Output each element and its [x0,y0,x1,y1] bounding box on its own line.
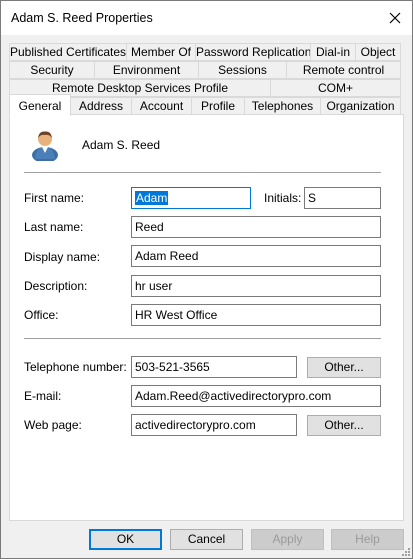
tab-organization[interactable]: Organization [320,97,401,115]
description-label: Description: [24,279,88,293]
tab-general[interactable]: General [9,94,71,116]
help-button[interactable]: Help [331,529,404,550]
ok-button[interactable]: OK [89,529,162,550]
last-name-field[interactable]: Reed [131,216,381,238]
window-title: Adam S. Reed Properties [11,11,153,25]
initials-label: Initials: [264,191,302,205]
resize-grip-icon[interactable] [400,546,410,556]
close-icon [389,12,401,24]
user-display-heading: Adam S. Reed [82,138,161,152]
web-page-other-button[interactable]: Other... [307,415,381,436]
last-name-label: Last name: [24,220,84,234]
properties-dialog: Adam S. Reed Properties Published Certif… [0,0,413,559]
separator [24,338,381,339]
web-page-field[interactable]: activedirectorypro.com [131,414,297,436]
separator [24,172,381,173]
web-page-label: Web page: [24,418,82,432]
tab-account[interactable]: Account [131,97,192,115]
office-field[interactable]: HR West Office [131,304,381,326]
first-name-value: Adam [135,191,169,205]
email-field[interactable]: Adam.Reed@activedirectorypro.com [131,385,381,407]
office-label: Office: [24,308,59,322]
telephone-other-button[interactable]: Other... [307,357,381,378]
tab-password-replication[interactable]: Password Replication [195,43,311,61]
email-label: E-mail: [24,389,62,403]
tab-telephones[interactable]: Telephones [244,97,321,115]
tab-remote-control[interactable]: Remote control [286,61,401,79]
cancel-button[interactable]: Cancel [170,529,243,550]
first-name-label: First name: [24,191,85,205]
description-field[interactable]: hr user [131,275,381,297]
general-tab-panel: Adam S. Reed First name: Adam Initials: … [9,114,404,521]
tab-published-certificates[interactable]: Published Certificates [9,43,127,61]
tab-profile[interactable]: Profile [191,97,245,115]
display-name-label: Display name: [24,250,101,264]
apply-button[interactable]: Apply [251,529,324,550]
tab-object[interactable]: Object [355,43,401,61]
tab-dial-in[interactable]: Dial-in [310,43,356,61]
tab-member-of[interactable]: Member Of [126,43,196,61]
title-bar: Adam S. Reed Properties [1,1,412,35]
close-button[interactable] [378,1,412,35]
initials-field[interactable]: S [304,187,381,209]
tab-environment[interactable]: Environment [94,61,199,79]
telephone-label: Telephone number: [24,360,127,374]
tab-security[interactable]: Security [9,61,95,79]
tab-sessions[interactable]: Sessions [198,61,287,79]
first-name-field[interactable]: Adam [131,187,251,209]
tab-com-plus[interactable]: COM+ [270,79,401,97]
tab-address[interactable]: Address [70,97,132,115]
telephone-field[interactable]: 503-521-3565 [131,356,297,378]
display-name-field[interactable]: Adam Reed [131,245,381,267]
user-icon [32,131,58,161]
